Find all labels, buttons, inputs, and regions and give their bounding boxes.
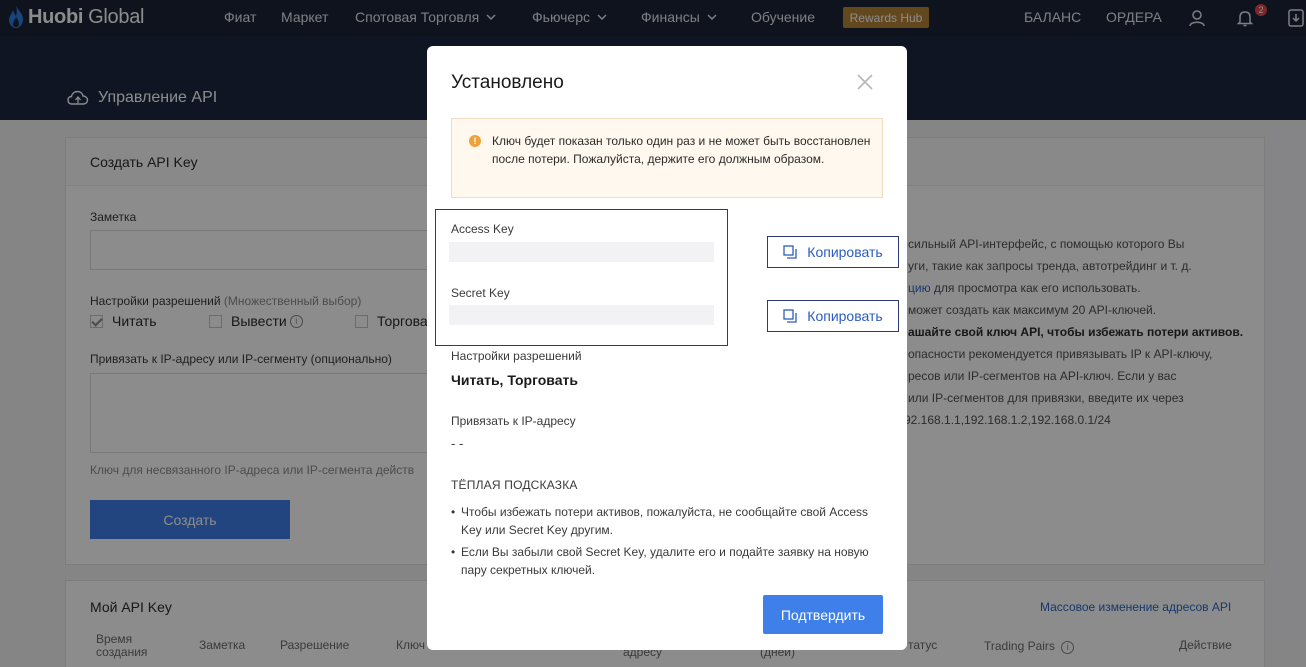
tips-title: ТЁПЛАЯ ПОДСКАЗКА <box>451 478 578 492</box>
copy-access-key-button[interactable]: Копировать <box>767 236 899 268</box>
copy-icon <box>783 245 797 259</box>
keys-box: Access Key Secret Key <box>435 209 728 346</box>
secret-key-label: Secret Key <box>451 286 510 300</box>
copy-icon <box>783 309 797 323</box>
copy-secret-key-button[interactable]: Копировать <box>767 300 899 332</box>
modal-permissions-label: Настройки разрешений <box>451 349 582 363</box>
warning-text: Ключ будет показан только один раз и не … <box>492 134 871 166</box>
modal-permissions-value: Читать, Торговать <box>451 372 578 388</box>
modal-ip-value: - - <box>451 436 464 451</box>
access-key-label: Access Key <box>451 222 514 236</box>
modal-title: Установлено <box>451 72 564 93</box>
warning-icon: ! <box>469 135 481 147</box>
api-created-modal: Установлено ! Ключ будет показан только … <box>427 46 907 650</box>
close-icon[interactable] <box>855 72 875 92</box>
secret-key-value <box>449 305 714 325</box>
copy-label: Копировать <box>807 308 883 324</box>
copy-label: Копировать <box>807 244 883 260</box>
modal-ip-label: Привязать к IP-адресу <box>451 414 576 428</box>
tip-item: Чтобы избежать потери активов, пожалуйст… <box>451 503 891 539</box>
warning-banner: ! Ключ будет показан только один раз и н… <box>451 118 883 198</box>
access-key-value <box>449 242 714 262</box>
confirm-button[interactable]: Подтвердить <box>763 595 883 634</box>
tip-item: Если Вы забыли свой Secret Key, удалите … <box>451 543 891 579</box>
